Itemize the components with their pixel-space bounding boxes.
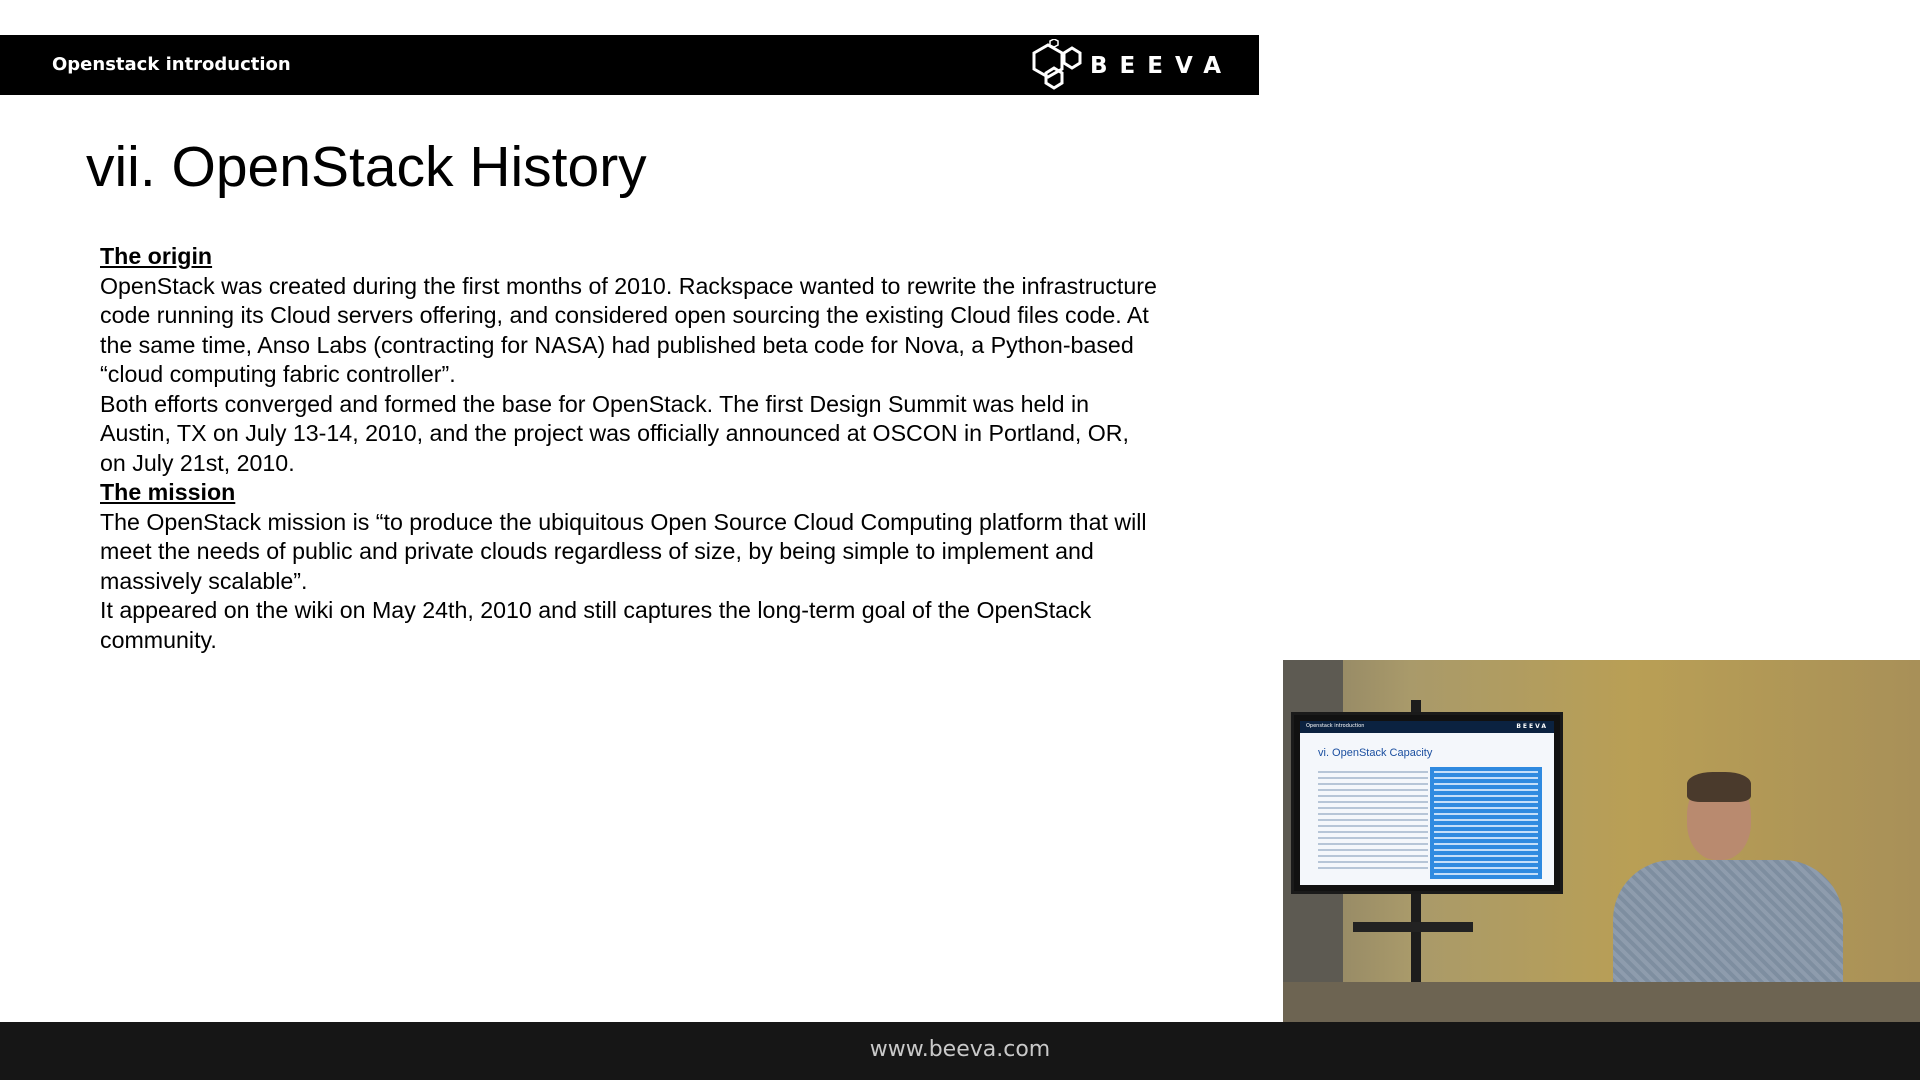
origin-paragraph-2: Both efforts converged and formed the ba… [100, 390, 1129, 476]
tv-slide-text-lines [1318, 771, 1428, 871]
origin-paragraph-1: OpenStack was created during the first m… [100, 272, 1157, 388]
mission-paragraph-2: It appeared on the wiki on May 24th, 201… [100, 597, 1092, 653]
video-floor [1283, 982, 1920, 1022]
tv-slide-title: vi. OpenStack Capacity [1318, 747, 1433, 759]
mission-paragraph-1: The OpenStack mission is “to produce the… [100, 508, 1147, 594]
origin-heading: The origin [100, 243, 213, 269]
tv-slide-header-title: Openstack introduction [1306, 723, 1365, 729]
slide-content: The origin OpenStack was created during … [100, 242, 1160, 655]
tv-screen: Openstack introduction BEEVA vi. OpenSta… [1300, 721, 1554, 885]
brand-name: BEEVA [1090, 53, 1233, 79]
tv-stand-shelf [1353, 922, 1473, 932]
tv-monitor: Openstack introduction BEEVA vi. OpenSta… [1291, 712, 1563, 894]
hexagon-logo-icon [1032, 39, 1082, 90]
mission-heading: The mission [100, 479, 236, 505]
beeva-logo: BEEVA [1020, 39, 1233, 93]
slide-title: vii. OpenStack History [86, 135, 647, 199]
slide-header-bar: Openstack introduction BEEVA [0, 35, 1259, 95]
tv-slide-header: Openstack introduction BEEVA [1300, 721, 1554, 733]
tv-slide-formula-box [1430, 767, 1542, 879]
presenter-hair [1687, 772, 1751, 802]
header-title: Openstack introduction [52, 54, 291, 75]
presenter-video: Openstack introduction BEEVA vi. OpenSta… [1283, 660, 1920, 1022]
tv-slide-brand: BEEVA [1516, 723, 1548, 730]
slide-footer: www.beeva.com [0, 1022, 1920, 1080]
footer-url: www.beeva.com [869, 1037, 1051, 1062]
